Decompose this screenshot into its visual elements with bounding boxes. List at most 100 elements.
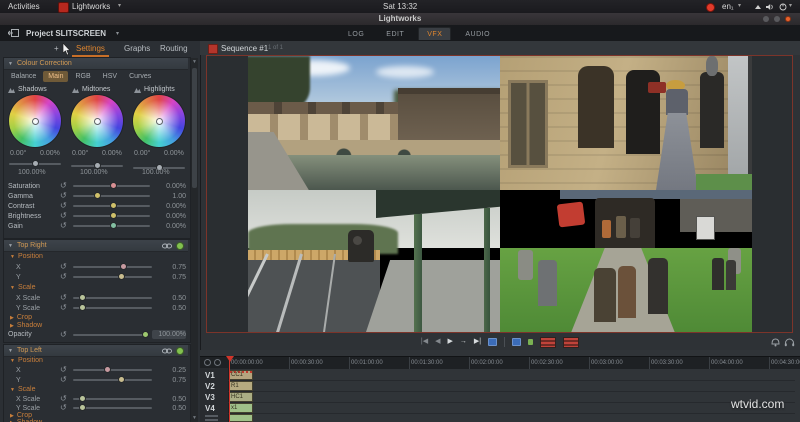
sync-lock-button[interactable]	[512, 338, 521, 346]
timeline-clip-v1[interactable]: CC1	[229, 370, 253, 380]
midtones-amount-value[interactable]: 0.00%	[102, 150, 122, 157]
tl-crop-group[interactable]: ▶ Crop	[10, 412, 32, 419]
tr-yscale-value[interactable]: 0.50	[158, 305, 186, 312]
scroll-up-icon[interactable]: ▼	[191, 59, 198, 65]
tab-vfx[interactable]: VFX	[418, 27, 451, 40]
link-icon[interactable]	[162, 348, 172, 354]
slider-knob[interactable]	[120, 263, 127, 270]
slider-knob[interactable]	[142, 331, 149, 338]
tr-y-value[interactable]: 0.75	[158, 274, 186, 281]
midtones-angle-value[interactable]: 0.00°	[72, 150, 88, 157]
maximize-button[interactable]	[774, 16, 780, 22]
red-marker-button-left[interactable]	[540, 337, 556, 348]
slider-knob[interactable]	[79, 395, 86, 402]
close-button[interactable]	[785, 16, 791, 22]
tr-xscale-value[interactable]: 0.50	[158, 295, 186, 302]
cc-tab-main[interactable]: Main	[43, 71, 68, 82]
timeline-clip-v4[interactable]: x1	[229, 403, 253, 413]
midtones-colour-wheel[interactable]	[71, 95, 123, 147]
midtones-master-value[interactable]: 100.00%	[80, 169, 108, 176]
tl-position-group[interactable]: ▼ Position	[10, 357, 43, 364]
slider-knob[interactable]	[94, 162, 101, 169]
colour-correction-header[interactable]: ▼ Colour Correction	[4, 58, 188, 70]
shadows-amount-value[interactable]: 0.00%	[40, 150, 60, 157]
reset-icon[interactable]: ↺	[60, 366, 67, 374]
reset-icon[interactable]: ↺	[60, 376, 67, 384]
add-panel-button[interactable]: +	[50, 42, 63, 55]
scroll-down-icon[interactable]: ▼	[191, 415, 198, 421]
tr-scale-group[interactable]: ▼ Scale	[10, 284, 35, 291]
reset-icon[interactable]: ↺	[60, 212, 67, 220]
contrast-value[interactable]: 0.00%	[156, 203, 186, 210]
brightness-slider[interactable]	[73, 215, 150, 217]
tl-yscale-value[interactable]: 0.50	[158, 405, 186, 412]
screen-record-indicator-icon[interactable]	[706, 3, 715, 12]
shadows-colour-wheel[interactable]	[9, 95, 61, 147]
top-right-header[interactable]: ▼ Top Right	[4, 240, 188, 252]
reset-icon[interactable]: ↺	[60, 273, 67, 281]
gain-slider[interactable]	[73, 225, 150, 227]
highlights-master-value[interactable]: 100.00%	[142, 169, 170, 176]
reset-icon[interactable]: ↺	[60, 222, 67, 230]
tr-yscale-slider[interactable]	[73, 307, 152, 309]
shadows-master-slider[interactable]	[9, 163, 61, 165]
highlights-angle-value[interactable]: 0.00°	[134, 150, 150, 157]
track-label-v3[interactable]: V3	[205, 393, 215, 402]
enable-effect-toggle[interactable]	[176, 242, 184, 250]
tr-x-value[interactable]: 0.75	[158, 264, 186, 271]
contrast-slider[interactable]	[73, 205, 150, 207]
tl-x-slider[interactable]	[73, 369, 152, 371]
tl-x-value[interactable]: 0.25	[158, 367, 186, 374]
app-menu-button[interactable]: Lightworks	[72, 2, 110, 11]
exit-project-icon[interactable]	[8, 29, 19, 37]
clock[interactable]: Sat 13:32	[383, 2, 417, 11]
reset-icon[interactable]: ↺	[60, 294, 67, 302]
reset-icon[interactable]: ↺	[60, 404, 67, 412]
loop-play-button[interactable]	[488, 338, 497, 346]
reset-icon[interactable]: ↺	[60, 304, 67, 312]
video-display[interactable]	[248, 56, 752, 332]
track-label-v4[interactable]: V4	[205, 404, 215, 413]
gamma-value[interactable]: 1.00	[156, 193, 186, 200]
reset-icon[interactable]: ↺	[60, 182, 67, 190]
midtones-master-slider[interactable]	[71, 165, 123, 167]
reset-icon[interactable]: ↺	[60, 331, 67, 339]
tr-opacity-slider[interactable]	[73, 334, 146, 336]
timeline-clip-v3[interactable]: HC1	[229, 392, 253, 402]
reset-icon[interactable]: ↺	[60, 202, 67, 210]
panel-tab-graphs[interactable]: Graphs	[120, 42, 154, 55]
tr-shadow-group[interactable]: ▶ Shadow	[10, 322, 42, 329]
highlights-amount-value[interactable]: 0.00%	[164, 150, 184, 157]
panel-tab-routing[interactable]: Routing	[156, 42, 192, 55]
track-label-v1[interactable]: V1	[205, 371, 215, 380]
slider-knob[interactable]	[110, 212, 117, 219]
tl-yscale-slider[interactable]	[73, 407, 152, 409]
gain-value[interactable]: 0.00%	[156, 223, 186, 230]
cc-tab-rgb[interactable]: RGB	[70, 71, 95, 82]
audio-monitor-headphones-icon[interactable]	[784, 337, 795, 347]
tr-x-slider[interactable]	[73, 266, 152, 268]
slider-knob[interactable]	[79, 294, 86, 301]
notification-bell-icon[interactable]	[770, 337, 781, 347]
saturation-value[interactable]: 0.00%	[156, 183, 186, 190]
slider-knob[interactable]	[79, 304, 86, 311]
slider-knob[interactable]	[94, 192, 101, 199]
network-icon[interactable]	[754, 3, 762, 11]
tab-audio[interactable]: AUDIO	[457, 28, 498, 40]
panel-scrollbar[interactable]: ▼ ▼	[191, 58, 198, 422]
slider-knob[interactable]	[104, 366, 111, 373]
track-label-v2[interactable]: V2	[205, 382, 215, 391]
link-icon[interactable]	[162, 243, 172, 249]
scrollbar-thumb[interactable]	[192, 68, 197, 188]
go-to-start-button[interactable]: |◀	[421, 337, 428, 347]
cc-tab-hsv[interactable]: HSV	[98, 71, 122, 82]
slider-knob[interactable]	[110, 222, 117, 229]
cc-tab-balance[interactable]: Balance	[6, 71, 41, 82]
shadows-angle-value[interactable]: 0.00°	[10, 150, 26, 157]
timeline-settings-icon[interactable]	[204, 359, 211, 366]
tl-y-value[interactable]: 0.75	[158, 377, 186, 384]
step-back-button[interactable]: ◀	[435, 337, 440, 347]
keyboard-layout-indicator[interactable]: en₁	[722, 2, 734, 11]
tl-xscale-value[interactable]: 0.50	[158, 396, 186, 403]
gamma-slider[interactable]	[73, 195, 150, 197]
